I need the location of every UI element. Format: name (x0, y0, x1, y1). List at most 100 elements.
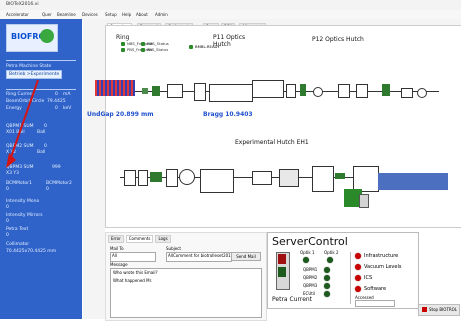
component-6 (300, 84, 306, 96)
window-title: BIOTeX2016.vi (6, 2, 39, 7)
tab-comments[interactable]: Comments (125, 235, 154, 243)
nbs-freigabe-indicator (121, 42, 125, 46)
send-mail-button[interactable]: Send Mail (231, 252, 261, 261)
qbpm2-icon (401, 88, 413, 98)
qbpm1-icon (313, 87, 323, 97)
qbpm3-led (324, 283, 330, 289)
comments-tabs: Error Comments Logs (108, 235, 171, 243)
nbs-status-label: NBS_Status (147, 41, 169, 47)
intensity-mirrors-label: Intensity Mirrors (6, 213, 43, 218)
component-9 (382, 84, 390, 96)
lower-component-6 (200, 169, 234, 193)
message-label: Message (110, 262, 128, 267)
beamorbit-value: 79.4425 (47, 99, 66, 104)
vacuum-levels-led (355, 264, 361, 270)
optik-2-led (327, 257, 333, 263)
servercontrol-title: ServerControl (272, 235, 348, 248)
annotation-arrow-icon (6, 80, 39, 168)
menu-admin[interactable]: Admin (155, 12, 168, 17)
optik-1-label: Optik 1 (300, 250, 315, 255)
comments-panel: Error Comments Logs Mail To All Subject … (105, 232, 267, 321)
intensity-mirrors-value: 0 (6, 219, 9, 224)
beam-mode-button[interactable]: Betrieb >Experimente (6, 70, 63, 79)
energy-value: 0 (55, 106, 58, 111)
lower-component-2 (138, 170, 148, 186)
pbs-status-indicator (141, 48, 145, 52)
menu-about[interactable]: About (136, 12, 148, 17)
bcm-right-value: 0 (46, 187, 49, 192)
optik-2-label: Optik 2 (324, 250, 339, 255)
tab-logs[interactable]: Logs (155, 235, 171, 243)
message-line-1: Who wrote this Email? (113, 270, 158, 275)
lower-component-9 (312, 166, 334, 192)
qbpm2-sum-value: 0 (44, 144, 47, 149)
mono-box (209, 84, 253, 102)
vacuum-levels-label: Vacuum Levels (364, 264, 402, 270)
tab-error[interactable]: Error (108, 235, 124, 243)
qbpm2-led (324, 275, 330, 281)
mail-to-input[interactable]: All (110, 252, 156, 262)
collimator-label: Collimator (6, 242, 30, 247)
subject-input[interactable]: AllComment for biotrolleset2016 (166, 252, 233, 262)
bcm-right-label: BCMMotor2 (46, 181, 72, 186)
component-8 (356, 84, 368, 98)
qbpm3-icon (417, 88, 427, 98)
software-label: Software (364, 286, 387, 292)
petra-current-label: Petra Current (272, 296, 313, 303)
message-textarea[interactable]: Who wrote this Email? What happened Mr. (110, 268, 262, 318)
mail-to-label: Mail To (110, 246, 124, 251)
stop-button-label: Stop BIOTROL (429, 307, 458, 312)
ring-title: Ring (116, 34, 130, 41)
bcm-left-value: 0 (6, 187, 9, 192)
qbpm1-sum-value: 0 (44, 124, 47, 129)
optik-1-led (303, 257, 309, 263)
undulator (95, 80, 135, 96)
ics-label: ICS (364, 275, 373, 281)
menu-accelerator[interactable]: Accelerator (6, 12, 29, 17)
menu-setup[interactable]: Setup (105, 12, 117, 17)
component-5 (286, 84, 296, 98)
subject-label: Subject (166, 246, 181, 251)
infrastructure-label: Infrastructure (364, 253, 399, 259)
petra-state-title: Petra Machine State (6, 64, 52, 69)
grey-stand (359, 194, 369, 208)
lower-component-1 (124, 170, 136, 186)
lower-component-10 (335, 173, 345, 179)
component-1 (142, 88, 148, 94)
stop-biotrol-button[interactable]: Stop BIOTROL (418, 304, 460, 316)
nbs-status-indicator (141, 42, 145, 46)
lower-component-3 (150, 172, 162, 182)
lower-component-4 (166, 169, 178, 187)
lower-component-8 (279, 169, 299, 187)
qbpm1-label: QBPM1 (303, 267, 318, 272)
stop-icon (422, 307, 427, 312)
message-line-2: What happened Mr. (113, 278, 153, 283)
menu-quer[interactable]: Quer (42, 12, 52, 17)
accessed-input[interactable] (355, 300, 395, 307)
petra-text-label: Petra Text (6, 227, 29, 232)
optik-1-green (278, 267, 286, 277)
qbpm2-label: QBPM2 (303, 275, 318, 280)
menu-devices[interactable]: Devices (82, 12, 98, 17)
qbpm3-label: QBPM3 (303, 283, 318, 288)
software-led (355, 286, 361, 292)
petra-text-value: 0 (6, 233, 9, 238)
intensity-mono-value: 0 (6, 205, 9, 210)
pbs-freigabe-indicator (121, 48, 125, 52)
menu-beamline[interactable]: Beamline (57, 12, 76, 17)
collimator-value: 70.4425x70.4425 mm (6, 249, 57, 254)
biofrok-logo: BIOFROK (6, 24, 58, 52)
component-4 (194, 83, 206, 101)
eh1-title: Experimental Hutch EH1 (235, 139, 309, 146)
energy-unit: keV (63, 106, 72, 111)
optik-1-red (278, 254, 286, 264)
p11-optics-title: P11 Optics (213, 34, 246, 41)
intensity-mono-label: Intensity Mono (6, 199, 40, 204)
ecutil-led (324, 291, 330, 297)
p12-optics-title: P12 Optics Hutch (312, 36, 364, 43)
component-7 (338, 84, 350, 98)
server-control-panel: ServerControl Optik 1 Optik 2 QBPM1 QBPM… (267, 232, 419, 309)
lower-component-7 (252, 171, 272, 185)
menu-help[interactable]: Help (122, 12, 131, 17)
undgap-label: UndGap 20.899 mm (87, 111, 154, 118)
